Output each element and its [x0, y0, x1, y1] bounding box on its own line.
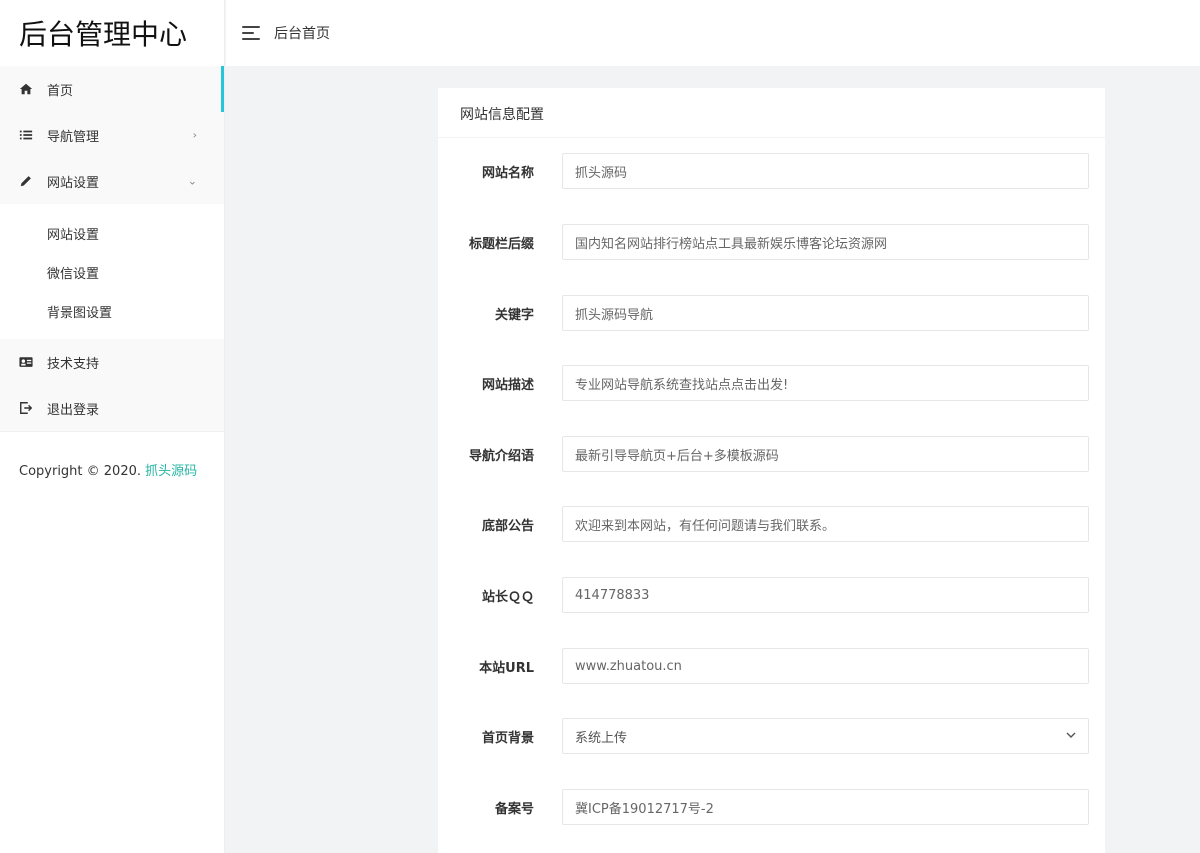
sidebar-item-nav-management[interactable]: 导航管理 › — [0, 112, 224, 158]
sidebar-item-label: 退出登录 — [47, 402, 100, 418]
field-label: 标题栏后缀 — [468, 237, 534, 252]
copyright-text: Copyright © 2020. — [19, 464, 142, 479]
logout-icon — [18, 400, 34, 416]
sidebar-item-home[interactable]: 首页 — [0, 66, 224, 112]
subnav-item-background-settings[interactable]: 背景图设置 — [0, 292, 224, 331]
nav-intro-input[interactable] — [562, 436, 1089, 472]
sidebar-item-label: 首页 — [47, 83, 74, 99]
list-icon — [18, 127, 34, 143]
chevron-down-icon: ⌄ — [187, 174, 197, 188]
form-row-admin-qq: 站长ＱＱ — [438, 577, 1105, 614]
field-label: 网站名称 — [481, 166, 534, 181]
form-row-icp: 备案号 — [438, 789, 1105, 826]
field-label: 底部公告 — [481, 519, 534, 534]
home-background-select[interactable]: 系统上传 — [562, 718, 1089, 754]
form-row-site-name: 网站名称 — [438, 153, 1105, 190]
sidebar-item-label: 导航管理 — [47, 129, 100, 145]
subnav-item-site-settings[interactable]: 网站设置 — [0, 214, 224, 253]
sidebar-item-tech-support[interactable]: 技术支持 — [0, 339, 224, 385]
form-row-keywords: 关键字 — [438, 295, 1105, 332]
sidebar-item-logout[interactable]: 退出登录 — [0, 385, 224, 431]
page-title: 后台首页 — [274, 26, 330, 42]
icp-input[interactable] — [562, 789, 1089, 825]
pencil-icon — [18, 173, 34, 189]
title-suffix-input[interactable] — [562, 224, 1089, 260]
field-label: 本站URL — [479, 661, 534, 676]
description-input[interactable] — [562, 365, 1089, 401]
sidebar-subnav: 网站设置 微信设置 背景图设置 — [0, 204, 224, 339]
topbar: 后台首页 — [226, 0, 1200, 66]
settings-card: 网站信息配置 网站名称 标题栏后缀 关键字 网站描述 导航介绍语 底部公告 站长… — [438, 88, 1105, 853]
field-label: 导航介绍语 — [468, 449, 534, 464]
chevron-right-icon: › — [192, 128, 197, 142]
sidebar-item-label: 技术支持 — [47, 356, 100, 372]
menu-toggle-icon[interactable] — [242, 26, 262, 40]
subnav-item-wechat-settings[interactable]: 微信设置 — [0, 253, 224, 292]
admin-qq-input[interactable] — [562, 577, 1089, 613]
form-row-title-suffix: 标题栏后缀 — [438, 224, 1105, 261]
form-row-nav-intro: 导航介绍语 — [438, 436, 1105, 473]
field-label: 关键字 — [494, 308, 534, 323]
form-row-footer-notice: 底部公告 — [438, 506, 1105, 543]
card-title: 网站信息配置 — [438, 88, 1105, 138]
keywords-input[interactable] — [562, 295, 1089, 331]
field-label: 站长ＱＱ — [481, 590, 534, 605]
form-row-description: 网站描述 — [438, 365, 1105, 402]
chevron-down-icon — [1066, 732, 1076, 738]
copyright-link[interactable]: 抓头源码 — [145, 464, 197, 479]
sidebar-item-site-settings[interactable]: 网站设置 ⌄ — [0, 158, 224, 204]
site-url-input[interactable] — [562, 648, 1089, 684]
form-row-home-background: 首页背景 系统上传 — [438, 718, 1105, 755]
field-label: 备案号 — [494, 802, 534, 817]
field-label: 网站描述 — [481, 378, 534, 393]
site-name-input[interactable] — [562, 153, 1089, 189]
brand-title: 后台管理中心 — [19, 18, 188, 51]
id-card-icon — [18, 354, 34, 370]
select-value: 系统上传 — [575, 730, 628, 746]
home-icon — [18, 81, 34, 97]
form-row-site-url: 本站URL — [438, 648, 1105, 685]
copyright: Copyright © 2020. 抓头源码 — [0, 431, 224, 479]
sidebar-item-label: 网站设置 — [47, 175, 100, 191]
footer-notice-input[interactable] — [562, 506, 1089, 542]
sidebar: 后台管理中心 首页 导航管理 › 网站设置 ⌄ 网站设置 微信设置 背景图设置 — [0, 0, 225, 853]
field-label: 首页背景 — [481, 731, 534, 746]
